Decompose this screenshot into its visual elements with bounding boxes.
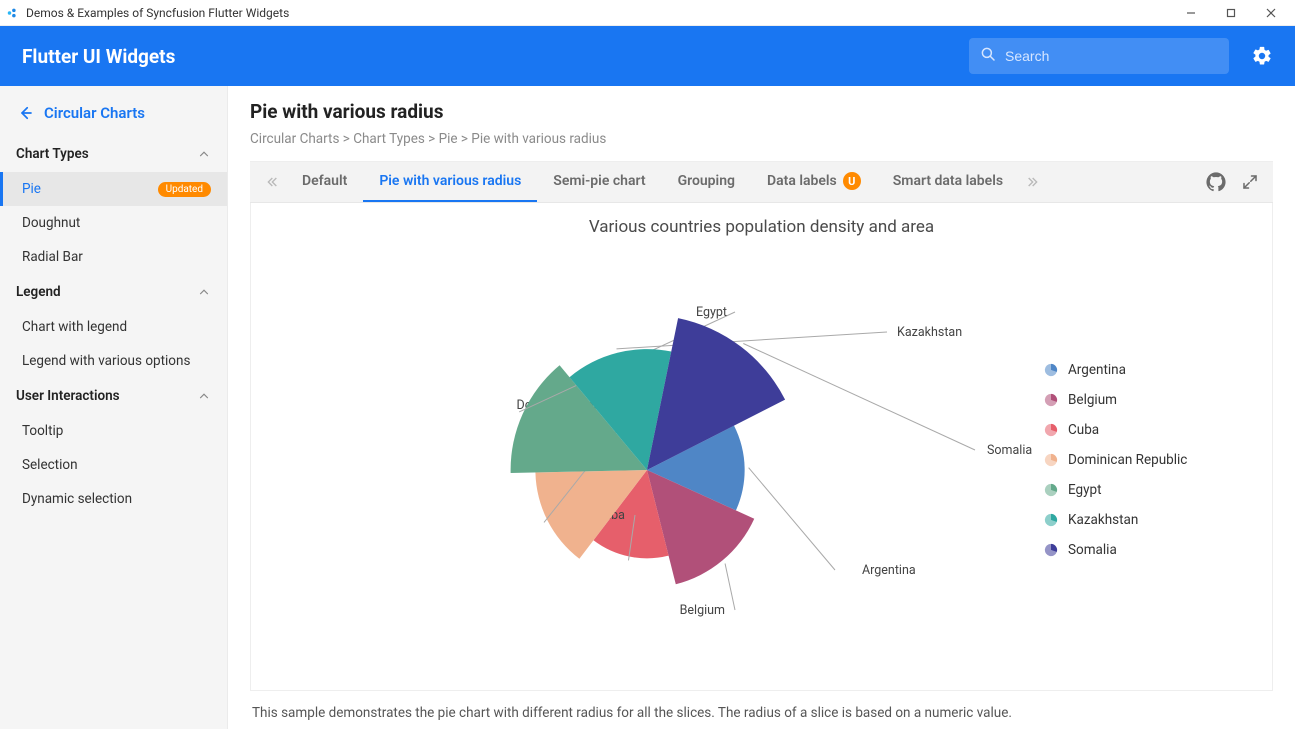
search-icon xyxy=(979,45,997,67)
tab[interactable]: Default xyxy=(286,162,363,202)
tab[interactable]: Pie with various radius xyxy=(363,162,537,202)
sidebar-group-title: Chart Types xyxy=(16,146,89,162)
tab-label: Grouping xyxy=(678,173,735,189)
sidebar-group-title: Legend xyxy=(16,284,61,300)
app-title: Flutter UI Widgets xyxy=(22,45,175,68)
search-box[interactable] xyxy=(969,38,1229,74)
tabs-scroll-left[interactable] xyxy=(256,162,286,202)
page-title: Pie with various radius xyxy=(250,100,1273,123)
tab-label: Pie with various radius xyxy=(379,173,521,189)
fullscreen-button[interactable] xyxy=(1233,173,1267,191)
tab[interactable]: Grouping xyxy=(662,162,751,202)
leader-line xyxy=(725,563,735,610)
sidebar-item[interactable]: Tooltip xyxy=(0,414,227,448)
slice-label: Argentina xyxy=(862,563,916,578)
tab-label: Default xyxy=(302,173,347,189)
sample-description: This sample demonstrates the pie chart w… xyxy=(250,691,1273,721)
close-button[interactable] xyxy=(1251,2,1291,24)
back-arrow-icon xyxy=(16,104,34,122)
pie-icon xyxy=(1044,453,1058,467)
slice-label: Egypt xyxy=(695,305,726,320)
legend-label: Kazakhstan xyxy=(1068,512,1138,528)
sidebar-back-link[interactable]: Circular Charts xyxy=(0,98,227,136)
settings-button[interactable] xyxy=(1247,41,1277,71)
sidebar-item[interactable]: Selection xyxy=(0,448,227,482)
pie-chart: ArgentinaBelgiumCubaDominican RepublicEg… xyxy=(269,241,1044,678)
pie-icon xyxy=(1044,393,1058,407)
sidebar-group-title: User Interactions xyxy=(16,388,120,404)
legend-label: Cuba xyxy=(1068,422,1099,438)
sidebar-item-label: Selection xyxy=(22,457,78,473)
tab[interactable]: Data labels U xyxy=(751,162,877,202)
sidebar-group-header[interactable]: Legend xyxy=(0,274,227,310)
sidebar-item[interactable]: Chart with legend xyxy=(0,310,227,344)
tabs-scroll-right[interactable] xyxy=(1019,162,1049,202)
tab-label: Data labels xyxy=(767,173,837,189)
leader-line xyxy=(616,332,887,349)
sidebar-item[interactable]: Legend with various options xyxy=(0,344,227,378)
chevron-up-icon xyxy=(197,147,211,161)
chevron-up-icon xyxy=(197,389,211,403)
updated-badge-icon: U xyxy=(843,172,861,190)
pie-icon xyxy=(1044,423,1058,437)
legend-label: Somalia xyxy=(1068,542,1117,558)
legend-item[interactable]: Egypt xyxy=(1044,482,1246,498)
slice-label: Somalia xyxy=(987,443,1032,458)
pie-icon xyxy=(1044,543,1058,557)
updated-badge: Updated xyxy=(158,182,211,197)
main-content: Pie with various radius Circular Charts … xyxy=(228,86,1295,729)
github-link[interactable] xyxy=(1199,172,1233,192)
search-input[interactable] xyxy=(997,48,1219,64)
tabbar: Default Pie with various radius Semi-pie c… xyxy=(250,161,1273,203)
legend-label: Egypt xyxy=(1068,482,1102,498)
app-icon xyxy=(6,6,20,20)
sidebar-item-label: Radial Bar xyxy=(22,249,83,265)
window-caption: Demos & Examples of Syncfusion Flutter W… xyxy=(26,6,289,20)
sidebar: Circular Charts Chart Types Pie Updated Dou… xyxy=(0,86,228,729)
sidebar-page-link-label: Circular Charts xyxy=(44,104,145,122)
legend-item[interactable]: Belgium xyxy=(1044,392,1246,408)
sidebar-item[interactable]: Pie Updated xyxy=(0,172,227,206)
sidebar-item-label: Chart with legend xyxy=(22,319,127,335)
breadcrumb: Circular Charts > Chart Types > Pie > Pi… xyxy=(250,131,1273,147)
sidebar-item-label: Pie xyxy=(22,181,41,197)
sidebar-item-label: Legend with various options xyxy=(22,353,190,369)
leader-line xyxy=(748,467,834,569)
chart-legend: Argentina Belgium Cuba Dominican Republic Eg… xyxy=(1044,362,1254,558)
slice-label: Belgium xyxy=(679,603,724,618)
chevron-up-icon xyxy=(197,285,211,299)
legend-label: Belgium xyxy=(1068,392,1117,408)
slice-label: Kazakhstan xyxy=(897,325,962,340)
legend-label: Argentina xyxy=(1068,362,1126,378)
sidebar-item-label: Tooltip xyxy=(22,423,63,439)
sidebar-item[interactable]: Dynamic selection xyxy=(0,482,227,516)
sidebar-item[interactable]: Doughnut xyxy=(0,206,227,240)
sidebar-group-header[interactable]: Chart Types xyxy=(0,136,227,172)
legend-item[interactable]: Argentina xyxy=(1044,362,1246,378)
chart-title: Various countries population density and… xyxy=(269,217,1254,237)
tab-label: Smart data labels xyxy=(893,173,1003,189)
sidebar-item-label: Doughnut xyxy=(22,215,80,231)
sidebar-group-header[interactable]: User Interactions xyxy=(0,378,227,414)
legend-item[interactable]: Kazakhstan xyxy=(1044,512,1246,528)
app-bar: Flutter UI Widgets xyxy=(0,26,1295,86)
sidebar-item[interactable]: Radial Bar xyxy=(0,240,227,274)
maximize-button[interactable] xyxy=(1211,2,1251,24)
window-titlebar: Demos & Examples of Syncfusion Flutter W… xyxy=(0,0,1295,26)
pie-icon xyxy=(1044,513,1058,527)
minimize-button[interactable] xyxy=(1171,2,1211,24)
sidebar-item-label: Dynamic selection xyxy=(22,491,132,507)
legend-item[interactable]: Somalia xyxy=(1044,542,1246,558)
legend-label: Dominican Republic xyxy=(1068,452,1187,468)
legend-item[interactable]: Dominican Republic xyxy=(1044,452,1246,468)
tab[interactable]: Semi-pie chart xyxy=(537,162,661,202)
pie-icon xyxy=(1044,483,1058,497)
tab[interactable]: Smart data labels xyxy=(877,162,1019,202)
pie-icon xyxy=(1044,363,1058,377)
tab-label: Semi-pie chart xyxy=(553,173,645,189)
legend-item[interactable]: Cuba xyxy=(1044,422,1246,438)
chart-panel: Various countries population density and… xyxy=(250,203,1273,691)
